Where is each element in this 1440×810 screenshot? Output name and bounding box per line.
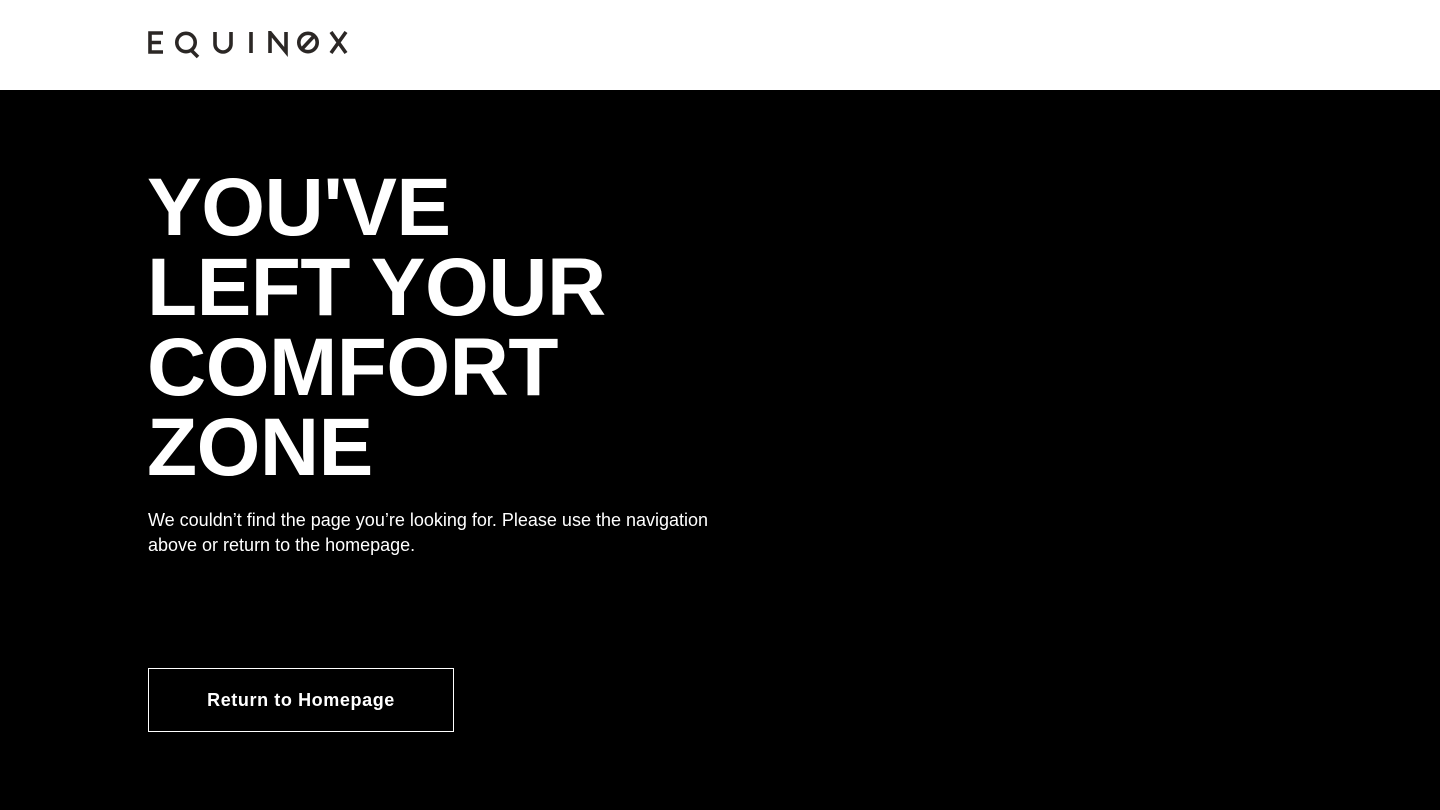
error-hero: YOU'VE LEFT YOUR COMFORT ZONE We couldn’… [0,90,1440,810]
equinox-wordmark-icon [148,31,348,59]
headline-line: YOU'VE [147,162,451,253]
headline-line: COMFORT [147,322,558,413]
headline-line: LEFT YOUR [147,242,606,333]
return-to-homepage-button[interactable]: Return to Homepage [148,668,454,732]
page-headline: YOU'VE LEFT YOUR COMFORT ZONE [147,162,606,493]
headline-line: ZONE [147,402,373,493]
equinox-logo[interactable] [148,31,348,59]
site-header [0,0,1440,90]
not-found-message: We couldn’t find the page you’re looking… [148,510,709,555]
